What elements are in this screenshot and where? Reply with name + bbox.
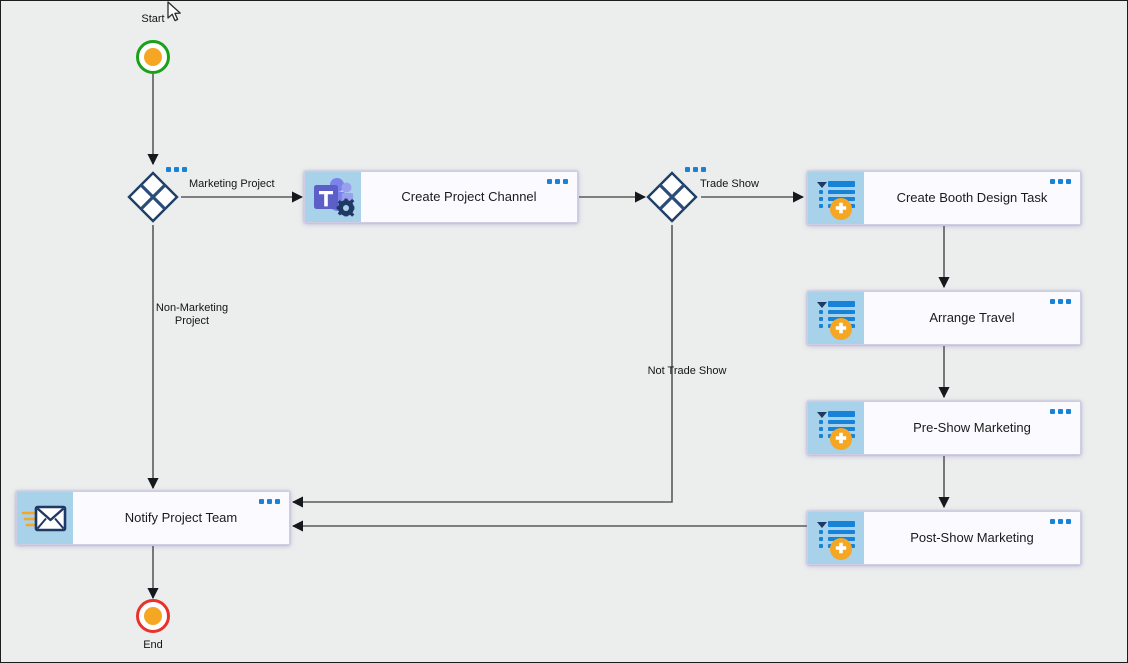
context-menu-dot bbox=[701, 167, 706, 172]
end-event-center bbox=[144, 607, 162, 625]
context-menu-dot bbox=[1058, 299, 1063, 304]
end-event-label: End bbox=[143, 639, 163, 651]
send-email-icon bbox=[17, 492, 73, 544]
node-body: Create Project Channel bbox=[361, 172, 577, 222]
gateway-project-type[interactable] bbox=[127, 167, 187, 223]
start-event[interactable] bbox=[136, 40, 170, 74]
context-menu-dot bbox=[275, 499, 280, 504]
context-menu-dot bbox=[1058, 519, 1063, 524]
workflow-canvas[interactable]: Start Marketing Project Non-Marketing Pr… bbox=[0, 0, 1128, 663]
node-label: Pre-Show Marketing bbox=[913, 420, 1031, 436]
context-menu-dot bbox=[174, 167, 179, 172]
flow-label-non-marketing-project: Non-Marketing Project bbox=[155, 302, 229, 327]
context-menu-dot bbox=[547, 179, 552, 184]
context-menu-dot bbox=[1050, 179, 1055, 184]
start-event-center bbox=[144, 48, 162, 66]
context-menu-dot bbox=[1050, 519, 1055, 524]
gateway-trade-show[interactable] bbox=[646, 167, 706, 223]
context-menu-dot bbox=[1050, 299, 1055, 304]
context-menu-dots[interactable] bbox=[166, 167, 187, 172]
context-menu-dot bbox=[1066, 299, 1071, 304]
connector-gateway2-not-trade-show-to-notify-project-team bbox=[291, 225, 673, 508]
context-menu-dot bbox=[693, 167, 698, 172]
context-menu-dot bbox=[166, 167, 171, 172]
context-menu-dots[interactable] bbox=[1050, 299, 1071, 304]
node-arrange-travel[interactable]: Arrange Travel bbox=[807, 291, 1081, 345]
context-menu-dot bbox=[563, 179, 568, 184]
node-create-project-channel[interactable]: Create Project Channel bbox=[304, 171, 578, 223]
context-menu-dot bbox=[1066, 519, 1071, 524]
node-body: Post-Show Marketing bbox=[864, 512, 1080, 564]
context-menu-dot bbox=[555, 179, 560, 184]
context-menu-dots[interactable] bbox=[685, 167, 706, 172]
node-post-show-marketing[interactable]: Post-Show Marketing bbox=[807, 511, 1081, 565]
microsoft-teams-gear-icon bbox=[305, 172, 361, 222]
context-menu-dots[interactable] bbox=[1050, 409, 1071, 414]
context-menu-dot bbox=[267, 499, 272, 504]
context-menu-dots[interactable] bbox=[1050, 179, 1071, 184]
sharepoint-list-add-item-icon bbox=[808, 512, 864, 564]
context-menu-dot bbox=[1058, 179, 1063, 184]
flow-label-not-trade-show: Not Trade Show bbox=[647, 365, 727, 377]
exclusive-gateway-x-icon bbox=[127, 171, 179, 223]
context-menu-dot bbox=[685, 167, 690, 172]
node-body: Create Booth Design Task bbox=[864, 172, 1080, 224]
sharepoint-list-add-item-icon bbox=[808, 292, 864, 344]
context-menu-dot bbox=[1058, 409, 1063, 414]
node-label: Notify Project Team bbox=[124, 510, 238, 526]
node-notify-project-team[interactable]: Notify Project Team bbox=[16, 491, 290, 545]
start-event-label: Start bbox=[141, 13, 165, 25]
context-menu-dot bbox=[182, 167, 187, 172]
flow-label-marketing-project: Marketing Project bbox=[189, 178, 275, 190]
node-label: Create Project Channel bbox=[401, 189, 537, 205]
sharepoint-list-add-item-icon bbox=[808, 402, 864, 454]
node-label: Create Booth Design Task bbox=[896, 190, 1048, 206]
flow-label-trade-show: Trade Show bbox=[700, 178, 759, 190]
context-menu-dot bbox=[1066, 409, 1071, 414]
sharepoint-list-add-item-icon bbox=[808, 172, 864, 224]
end-event[interactable] bbox=[136, 599, 170, 633]
context-menu-dots[interactable] bbox=[547, 179, 568, 184]
context-menu-dots[interactable] bbox=[259, 499, 280, 504]
node-pre-show-marketing[interactable]: Pre-Show Marketing bbox=[807, 401, 1081, 455]
node-label: Arrange Travel bbox=[929, 310, 1015, 326]
exclusive-gateway-x-icon bbox=[646, 171, 698, 223]
node-body: Arrange Travel bbox=[864, 292, 1080, 344]
node-body: Notify Project Team bbox=[73, 492, 289, 544]
node-body: Pre-Show Marketing bbox=[864, 402, 1080, 454]
context-menu-dot bbox=[1066, 179, 1071, 184]
node-label: Post-Show Marketing bbox=[910, 530, 1034, 546]
node-create-booth-design-task[interactable]: Create Booth Design Task bbox=[807, 171, 1081, 225]
context-menu-dots[interactable] bbox=[1050, 519, 1071, 524]
context-menu-dot bbox=[1050, 409, 1055, 414]
context-menu-dot bbox=[259, 499, 264, 504]
